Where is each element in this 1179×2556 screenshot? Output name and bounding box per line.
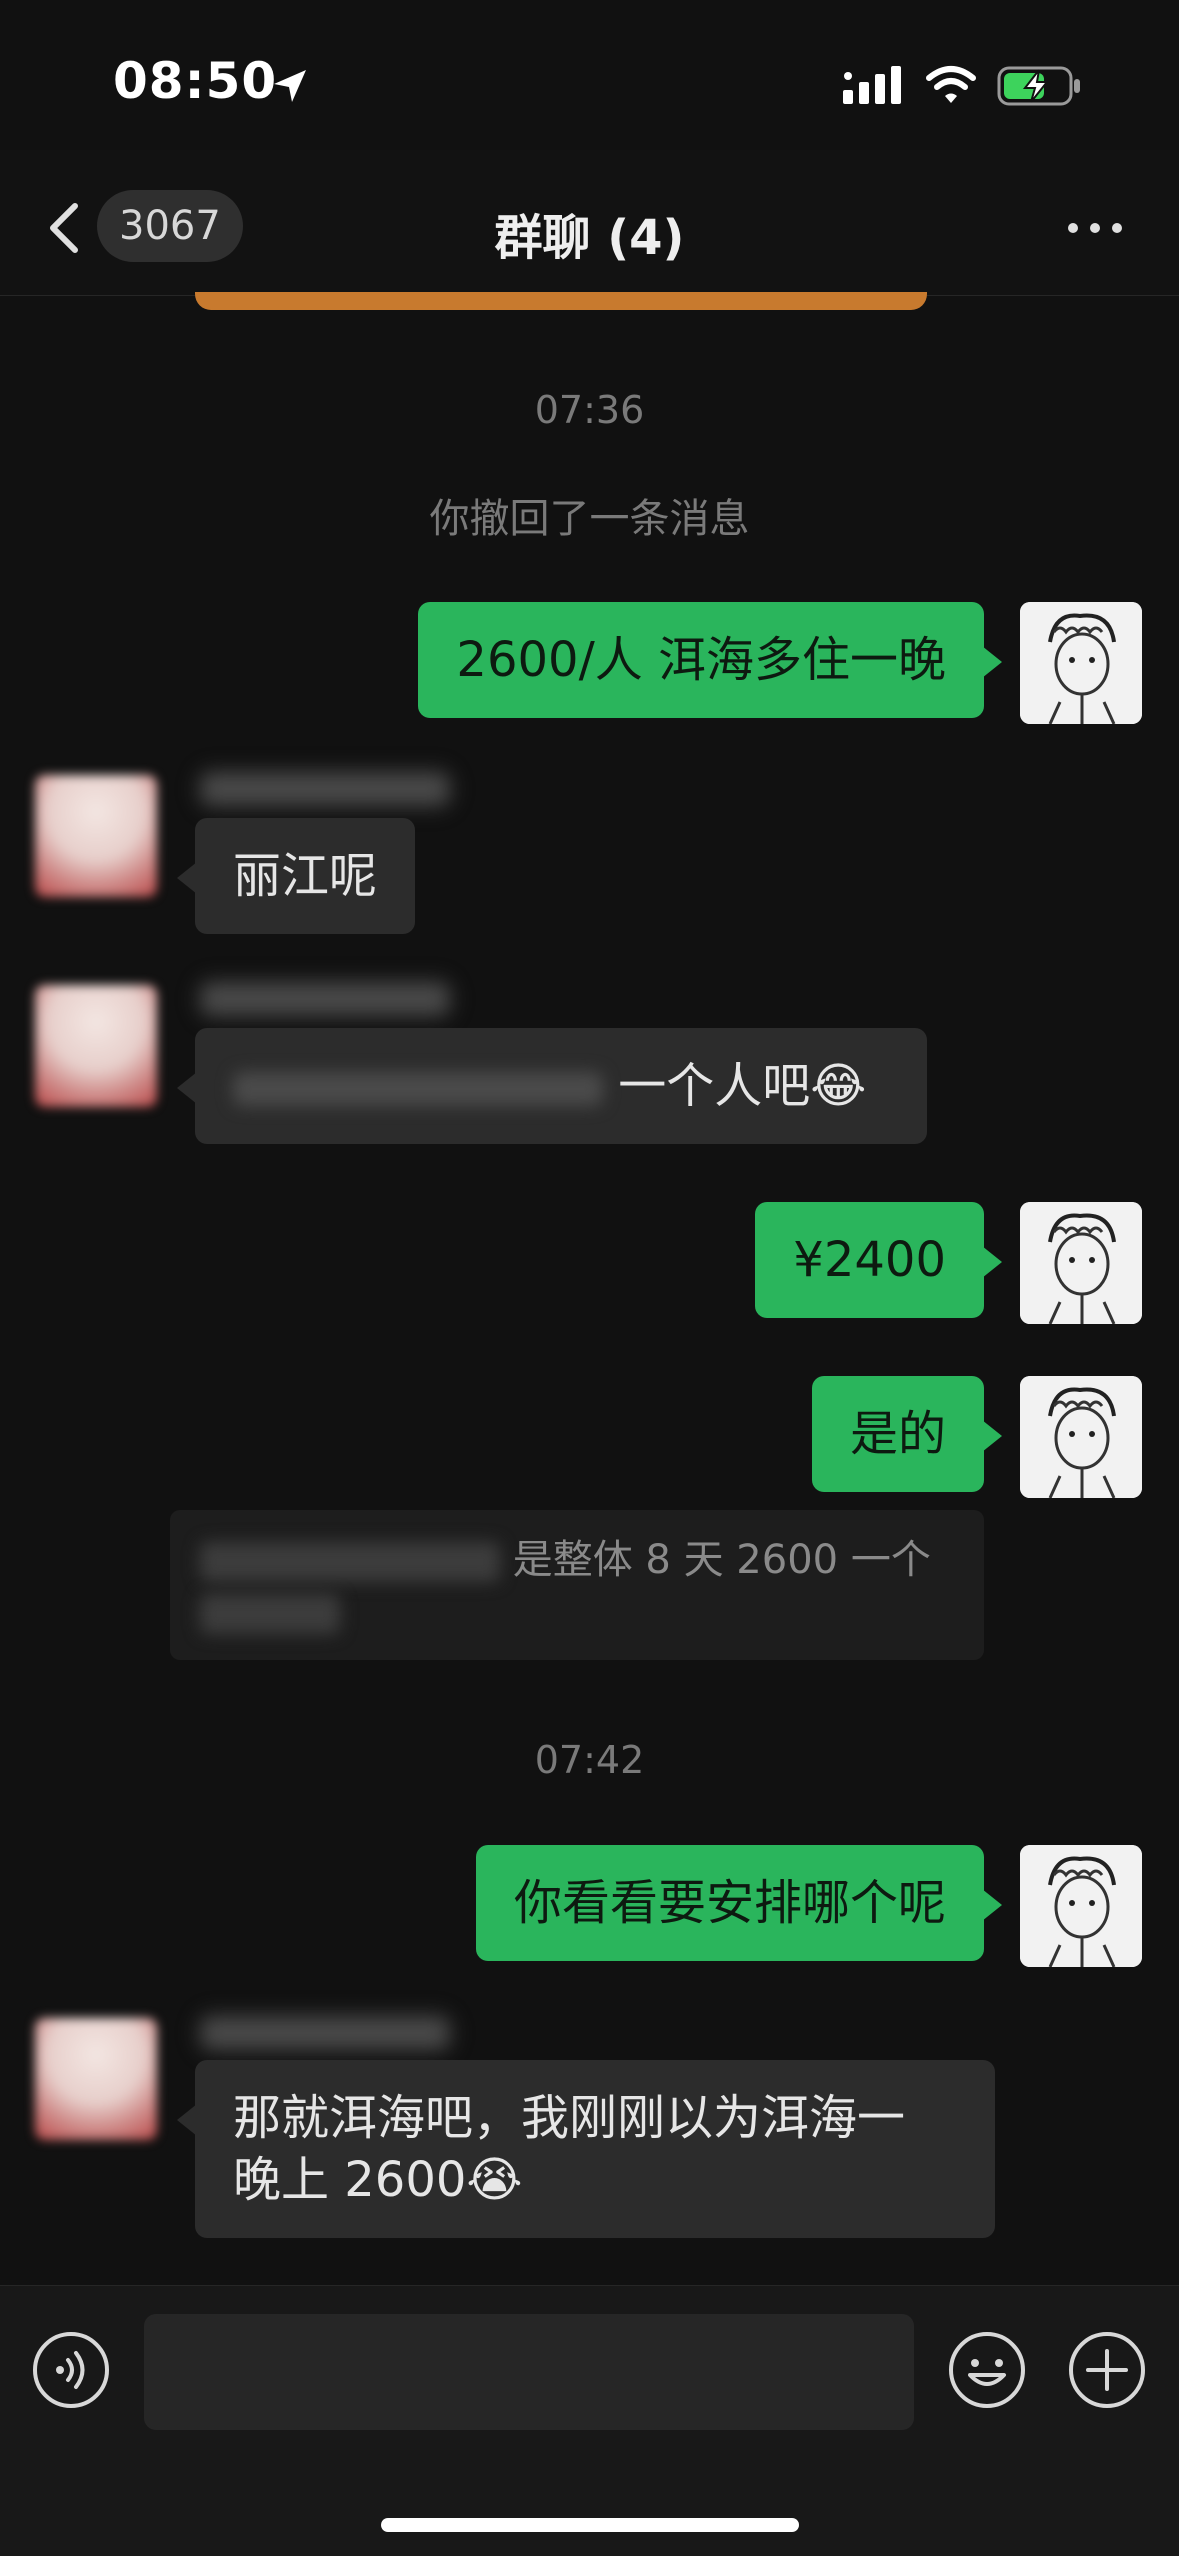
redacted-text	[200, 1594, 340, 1634]
voice-icon[interactable]	[30, 2329, 112, 2411]
message-text: 是的	[849, 1406, 946, 1462]
my-avatar[interactable]	[1020, 1376, 1142, 1498]
more-icon[interactable]	[1065, 218, 1125, 238]
message-bubble-incoming[interactable]: 丽江呢	[176, 818, 416, 934]
message-bubble-outgoing[interactable]: 2600/人 洱海多住一晚	[418, 602, 1002, 718]
chat-title: 群聊 (4)	[494, 210, 685, 266]
battery-charging-icon	[997, 66, 1080, 106]
my-avatar[interactable]	[1020, 1202, 1142, 1324]
message-input[interactable]	[144, 2314, 914, 2430]
message-text: 你看看要安排哪个呢	[513, 1875, 946, 1931]
message-bubble-incoming[interactable]: 那就洱海吧，我刚刚以为洱海一 晚上 2600😭	[177, 2060, 995, 2238]
contact-avatar[interactable]	[35, 2018, 157, 2140]
my-avatar[interactable]	[1020, 602, 1142, 724]
sender-name-blurred	[200, 2012, 450, 2050]
message-text: 2600/人 洱海多住一晚	[456, 632, 946, 688]
sketch-avatar-icon	[1020, 1376, 1142, 1498]
location-arrow-icon	[274, 70, 306, 102]
message-text: 丽江呢	[233, 848, 378, 904]
message-bubble-outgoing[interactable]: ¥2400	[755, 1202, 1002, 1318]
previous-card-edge[interactable]	[195, 292, 927, 310]
sketch-avatar-icon	[1020, 1845, 1142, 1967]
quoted-message[interactable]: 是整体 8 天 2600 一个	[170, 1510, 984, 1660]
redacted-text	[233, 1072, 603, 1106]
wifi-icon	[926, 66, 976, 103]
sketch-avatar-icon	[1020, 602, 1142, 724]
redacted-text	[200, 1542, 500, 1582]
timestamp: 07:42	[534, 1738, 645, 1782]
message-text: ¥2400	[793, 1232, 946, 1288]
message-text-line: 那就洱海吧，我刚刚以为洱海一	[233, 2090, 906, 2146]
message-bubble-outgoing[interactable]: 是的	[811, 1376, 1003, 1492]
plus-icon[interactable]	[1066, 2329, 1148, 2411]
contact-avatar[interactable]	[35, 775, 157, 897]
sender-name-blurred	[200, 978, 450, 1016]
status-bar: 08:50	[0, 0, 1179, 150]
quoted-text: 是整体 8 天 2600 一个	[512, 1537, 931, 1583]
laughing-emoji-icon: 😂	[810, 1058, 867, 1114]
message-bubble-outgoing[interactable]: 你看看要安排哪个呢	[475, 1845, 1003, 1961]
message-text: 一个人吧	[618, 1058, 811, 1114]
crying-emoji-icon: 😭	[466, 2152, 523, 2208]
status-time: 08:50	[113, 52, 278, 110]
nav-bar: 3067 群聊 (4)	[0, 150, 1179, 296]
home-indicator[interactable]	[381, 2518, 799, 2532]
signal-icon	[843, 66, 901, 104]
timestamp: 07:36	[534, 388, 645, 432]
message-bubble-incoming[interactable]: 一个人吧😂	[177, 1028, 927, 1144]
message-text-line: 晚上 2600	[233, 2152, 467, 2208]
contact-avatar[interactable]	[35, 985, 157, 1107]
emoji-icon[interactable]	[946, 2329, 1028, 2411]
sender-name-blurred	[200, 768, 450, 806]
my-avatar[interactable]	[1020, 1845, 1142, 1967]
sketch-avatar-icon	[1020, 1202, 1142, 1324]
system-notice: 你撤回了一条消息	[429, 496, 750, 542]
input-bar	[0, 2285, 1179, 2556]
chat-screen: 08:50 3067 群聊 (4) 07:36 你撤回了一条消息 2600/人 …	[0, 0, 1179, 2556]
